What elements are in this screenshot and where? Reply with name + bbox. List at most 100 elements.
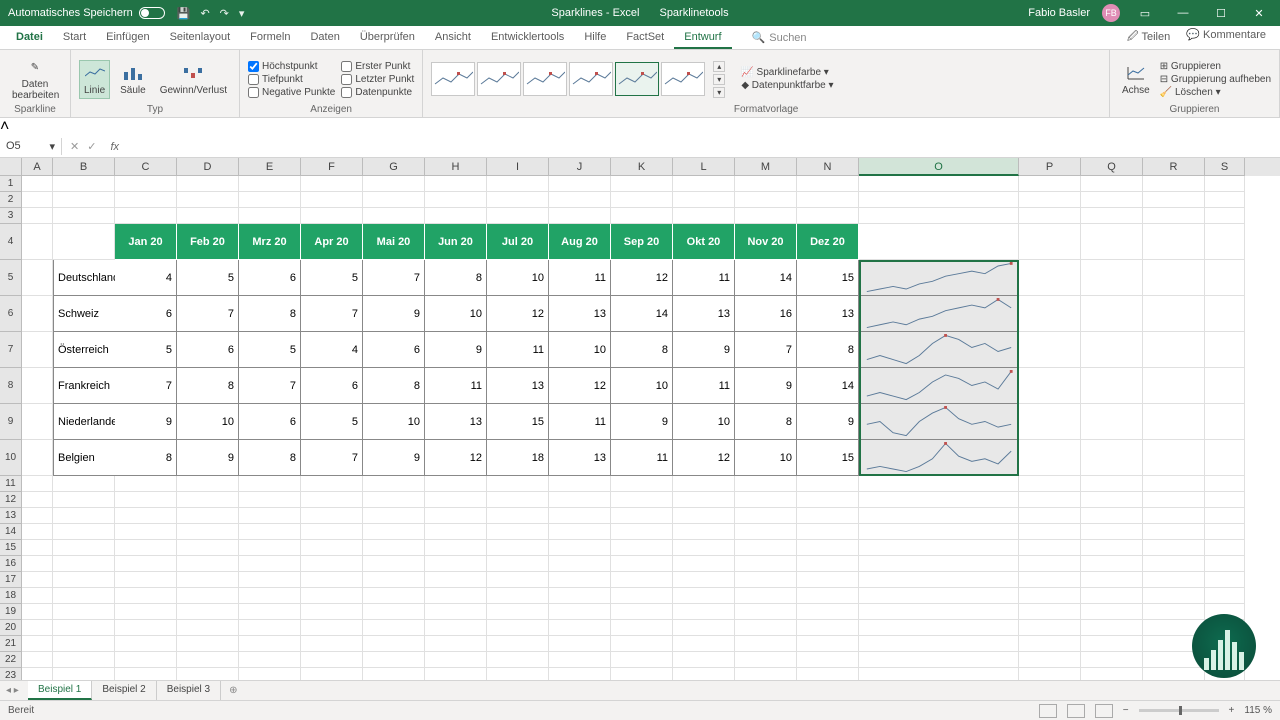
cell[interactable] xyxy=(301,588,363,604)
cell[interactable] xyxy=(1205,572,1245,588)
cell[interactable] xyxy=(363,476,425,492)
cell[interactable] xyxy=(1081,296,1143,332)
cell[interactable]: 6 xyxy=(115,296,177,332)
cell[interactable]: 9 xyxy=(797,404,859,440)
cell[interactable] xyxy=(1081,652,1143,668)
cell[interactable] xyxy=(859,620,1019,636)
country-label[interactable]: Österreich xyxy=(53,332,115,368)
cell[interactable] xyxy=(1205,208,1245,224)
cell[interactable] xyxy=(1019,492,1081,508)
cell[interactable]: 9 xyxy=(363,440,425,476)
cell[interactable] xyxy=(425,572,487,588)
cell[interactable]: 11 xyxy=(549,260,611,296)
cell[interactable] xyxy=(1205,260,1245,296)
style-preset-1[interactable] xyxy=(477,62,521,96)
cell[interactable]: 10 xyxy=(363,404,425,440)
cell[interactable] xyxy=(1205,368,1245,404)
sparkline-cell[interactable] xyxy=(859,296,1019,332)
col-header-D[interactable]: D xyxy=(177,158,239,176)
cell[interactable] xyxy=(549,572,611,588)
cell[interactable] xyxy=(22,652,53,668)
cell[interactable]: 4 xyxy=(301,332,363,368)
month-header[interactable]: Dez 20 xyxy=(797,224,859,260)
month-header[interactable]: Nov 20 xyxy=(735,224,797,260)
cell[interactable]: 6 xyxy=(301,368,363,404)
cell[interactable] xyxy=(22,556,53,572)
cell[interactable]: 13 xyxy=(673,296,735,332)
cell[interactable] xyxy=(301,556,363,572)
cell[interactable] xyxy=(239,208,301,224)
cell[interactable]: 7 xyxy=(301,440,363,476)
month-header[interactable]: Aug 20 xyxy=(549,224,611,260)
cell[interactable] xyxy=(1205,404,1245,440)
cell[interactable]: 12 xyxy=(611,260,673,296)
cell[interactable] xyxy=(53,604,115,620)
cell[interactable] xyxy=(1205,492,1245,508)
cell[interactable] xyxy=(115,652,177,668)
col-header-A[interactable]: A xyxy=(22,158,53,176)
cell[interactable] xyxy=(1143,440,1205,476)
cell[interactable] xyxy=(1143,524,1205,540)
cell[interactable] xyxy=(177,540,239,556)
cell[interactable] xyxy=(301,508,363,524)
cell[interactable] xyxy=(859,508,1019,524)
cell[interactable]: 13 xyxy=(549,296,611,332)
cell[interactable] xyxy=(239,652,301,668)
cell[interactable] xyxy=(301,192,363,208)
cell[interactable] xyxy=(425,492,487,508)
cell[interactable] xyxy=(1019,604,1081,620)
cell[interactable]: 6 xyxy=(363,332,425,368)
cell[interactable]: 13 xyxy=(487,368,549,404)
cell[interactable] xyxy=(115,176,177,192)
row-header-6[interactable]: 6 xyxy=(0,296,22,332)
cell[interactable] xyxy=(1081,604,1143,620)
cell[interactable]: 14 xyxy=(611,296,673,332)
cell[interactable] xyxy=(1019,192,1081,208)
select-all[interactable] xyxy=(0,158,22,176)
cell[interactable] xyxy=(53,556,115,572)
maximize-icon[interactable]: ☐ xyxy=(1208,7,1234,20)
cell[interactable] xyxy=(549,652,611,668)
cell[interactable] xyxy=(363,524,425,540)
cell[interactable] xyxy=(1081,556,1143,572)
cell[interactable] xyxy=(735,192,797,208)
cell[interactable] xyxy=(239,524,301,540)
cell[interactable] xyxy=(301,208,363,224)
cell[interactable] xyxy=(22,368,53,404)
tab-entwurf[interactable]: Entwurf xyxy=(674,27,731,49)
cell[interactable] xyxy=(1019,620,1081,636)
cell[interactable] xyxy=(53,636,115,652)
zoom-in-icon[interactable]: + xyxy=(1229,705,1235,716)
cell[interactable]: 6 xyxy=(239,260,301,296)
tab-daten[interactable]: Daten xyxy=(300,27,349,49)
cell[interactable] xyxy=(1205,176,1245,192)
cell[interactable] xyxy=(1019,332,1081,368)
check-lowpoint[interactable]: Tiefpunkt xyxy=(248,74,335,85)
cell[interactable] xyxy=(53,540,115,556)
row-header-17[interactable]: 17 xyxy=(0,572,22,588)
type-winloss-button[interactable]: Gewinn/Verlust xyxy=(156,61,231,98)
cell[interactable] xyxy=(363,508,425,524)
cell[interactable] xyxy=(611,588,673,604)
cell[interactable] xyxy=(22,636,53,652)
cell[interactable] xyxy=(1081,636,1143,652)
cell[interactable] xyxy=(611,652,673,668)
cell[interactable] xyxy=(487,208,549,224)
cell[interactable] xyxy=(177,508,239,524)
cell[interactable] xyxy=(115,572,177,588)
month-header[interactable]: Jun 20 xyxy=(425,224,487,260)
cell[interactable] xyxy=(735,636,797,652)
cell[interactable] xyxy=(22,588,53,604)
cell[interactable] xyxy=(301,652,363,668)
cell[interactable] xyxy=(797,636,859,652)
cell[interactable] xyxy=(549,176,611,192)
cell[interactable] xyxy=(611,620,673,636)
col-header-L[interactable]: L xyxy=(673,158,735,176)
cell[interactable] xyxy=(425,508,487,524)
cell[interactable]: 11 xyxy=(487,332,549,368)
group-button[interactable]: ⊞ Gruppieren xyxy=(1160,61,1271,72)
sparkline-cell[interactable] xyxy=(859,368,1019,404)
clear-button[interactable]: 🧹 Löschen ▾ xyxy=(1160,87,1271,98)
cell[interactable] xyxy=(549,208,611,224)
view-pagelayout-icon[interactable] xyxy=(1067,704,1085,718)
